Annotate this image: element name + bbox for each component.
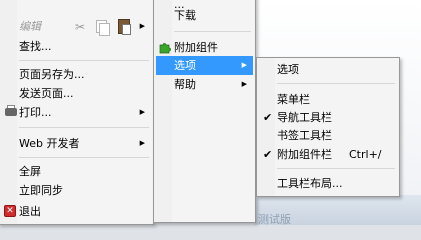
options-submenu: 选项 菜单栏 ✔ 导航工具栏 书签工具栏 ✔ 附加组件栏 Ctrl+/ 工具栏布… bbox=[256, 57, 400, 197]
menu-item-nav-toolbar[interactable]: ✔ 导航工具栏 bbox=[259, 108, 397, 127]
menu-item-exit-label: 退出 bbox=[19, 205, 41, 218]
puzzle-piece-icon bbox=[159, 43, 171, 54]
menu-item-send-page-label: 发送页面... bbox=[19, 87, 74, 100]
submenu-arrow-icon: ▶ bbox=[241, 61, 247, 69]
menu-gutter bbox=[154, 0, 172, 222]
menu-item-addon-bar-label: 附加组件栏 bbox=[277, 148, 332, 161]
menu-item-addon-bar-shortcut: Ctrl+/ bbox=[349, 148, 382, 161]
menu-item-addons-label: 附加组件 bbox=[174, 41, 218, 54]
menu-item-print[interactable]: 打印... ▶ bbox=[1, 103, 151, 122]
menu-item-help[interactable]: 帮助 ▶ bbox=[156, 75, 253, 94]
menu-item-fullscreen-label: 全屏 bbox=[19, 165, 41, 178]
menu-item-edit[interactable]: 编辑 ✂ ▶ bbox=[1, 17, 151, 36]
menu-item-print-label: 打印... bbox=[19, 106, 52, 119]
menu-item-downloads[interactable]: 下载 bbox=[156, 6, 253, 25]
menu-item-nav-toolbar-label: 导航工具栏 bbox=[277, 111, 332, 124]
submenu-arrow-icon: ▶ bbox=[139, 139, 145, 147]
submenu-arrow-icon: ▶ bbox=[139, 108, 145, 116]
checkmark-icon: ✔ bbox=[263, 148, 273, 161]
watermark-text: 测试版 bbox=[258, 213, 291, 226]
menu-item-menu-bar-label: 菜单栏 bbox=[277, 93, 310, 106]
printer-icon bbox=[5, 108, 17, 116]
menu-item-sync-now-label: 立即同步 bbox=[19, 184, 63, 197]
menu-item-bookmarks-toolbar-label: 书签工具栏 bbox=[277, 129, 332, 142]
menu-item-toolbar-layout[interactable]: 工具栏布局... bbox=[259, 174, 397, 193]
menu-item-bookmarks-toolbar[interactable]: 书签工具栏 bbox=[259, 126, 397, 145]
menu-item-sync-now[interactable]: 立即同步 bbox=[1, 181, 151, 200]
copy-icon-back bbox=[99, 23, 110, 36]
menu-item-send-page[interactable]: 发送页面... bbox=[1, 84, 151, 103]
menu-item-downloads-label: 下载 bbox=[174, 9, 196, 22]
submenu-arrow-icon: ▶ bbox=[139, 22, 145, 30]
menu-item-web-developer[interactable]: Web 开发者 ▶ bbox=[1, 134, 151, 153]
menu-item-menu-bar[interactable]: 菜单栏 bbox=[259, 90, 397, 109]
menu-item-fullscreen[interactable]: 全屏 bbox=[1, 162, 151, 181]
firefox-main-menu: 编辑 ✂ ▶ 查找... 页面另存为... 发送页面... 打印... ▶ We… bbox=[0, 0, 154, 225]
checkmark-icon: ✔ bbox=[263, 111, 273, 124]
submenu-arrow-icon: ▶ bbox=[241, 80, 247, 88]
menu-item-addon-bar[interactable]: ✔ 附加组件栏 Ctrl+/ bbox=[259, 145, 397, 164]
firefox-submenu: ... 下载 附加组件 选项 ▶ 帮助 ▶ bbox=[153, 0, 256, 223]
menu-separator bbox=[277, 168, 395, 169]
menu-separator bbox=[19, 157, 149, 158]
scissors-icon[interactable]: ✂ bbox=[75, 18, 87, 34]
paste-paper-icon bbox=[122, 24, 131, 35]
exit-icon: ✕ bbox=[4, 205, 16, 217]
menu-item-find[interactable]: 查找... bbox=[1, 37, 151, 56]
menu-item-options[interactable]: 选项 ▶ bbox=[156, 56, 253, 75]
menu-item-options-label: 选项 bbox=[174, 59, 196, 72]
menu-item-find-label: 查找... bbox=[19, 40, 52, 53]
menu-separator bbox=[19, 127, 149, 128]
menu-item-help-label: 帮助 bbox=[174, 78, 196, 91]
menu-item-save-as[interactable]: 页面另存为... bbox=[1, 65, 151, 84]
menu-item-save-as-label: 页面另存为... bbox=[19, 68, 85, 81]
menu-item-toolbar-layout-label: 工具栏布局... bbox=[277, 177, 343, 190]
menu-item-options-dialog[interactable]: 选项 bbox=[259, 60, 397, 79]
menu-item-options-dialog-label: 选项 bbox=[277, 63, 299, 76]
menu-item-edit-label: 编辑 bbox=[19, 20, 41, 33]
menu-item-web-developer-label: Web 开发者 bbox=[19, 137, 80, 150]
menu-separator bbox=[277, 83, 395, 84]
menu-item-addons[interactable]: 附加组件 bbox=[156, 38, 253, 57]
menu-separator bbox=[19, 60, 149, 61]
menu-item-exit[interactable]: ✕ 退出 bbox=[1, 202, 151, 221]
menu-separator bbox=[174, 31, 251, 32]
